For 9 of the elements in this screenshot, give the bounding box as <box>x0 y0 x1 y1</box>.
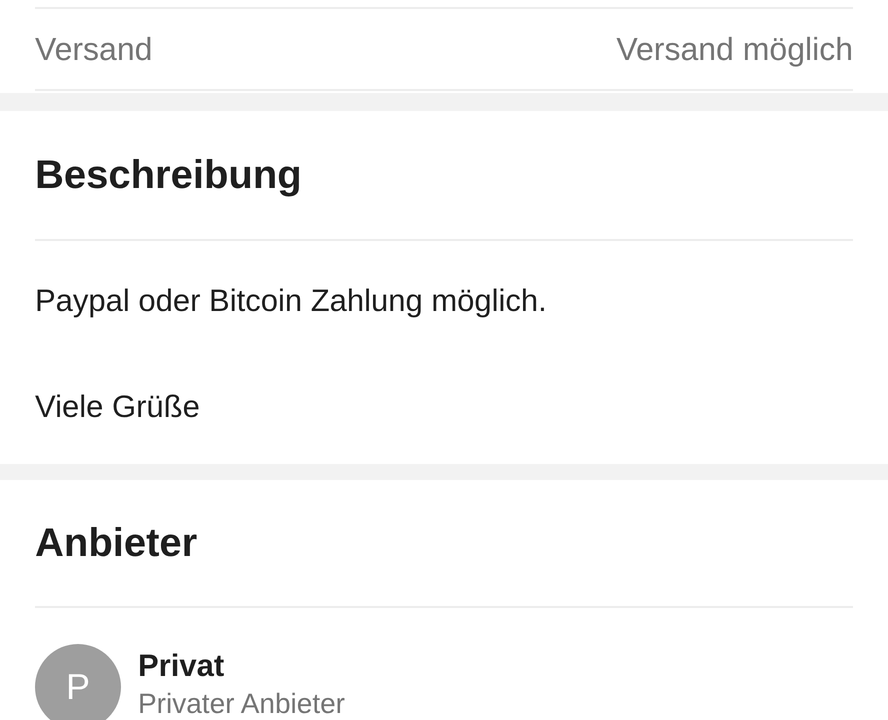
detail-label: Versand <box>35 30 152 69</box>
detail-value: Versand möglich <box>616 30 853 69</box>
description-text: Paypal oder Bitcoin Zahlung möglich. <box>35 282 548 320</box>
description-text: Viele Grüße <box>35 388 201 426</box>
section-title: Anbieter <box>35 520 198 567</box>
seller-avatar: P <box>35 644 121 720</box>
seller-type: Privater Anbieter <box>138 687 345 720</box>
seller-name: Privat <box>138 647 226 685</box>
section-title: Beschreibung <box>35 152 302 199</box>
